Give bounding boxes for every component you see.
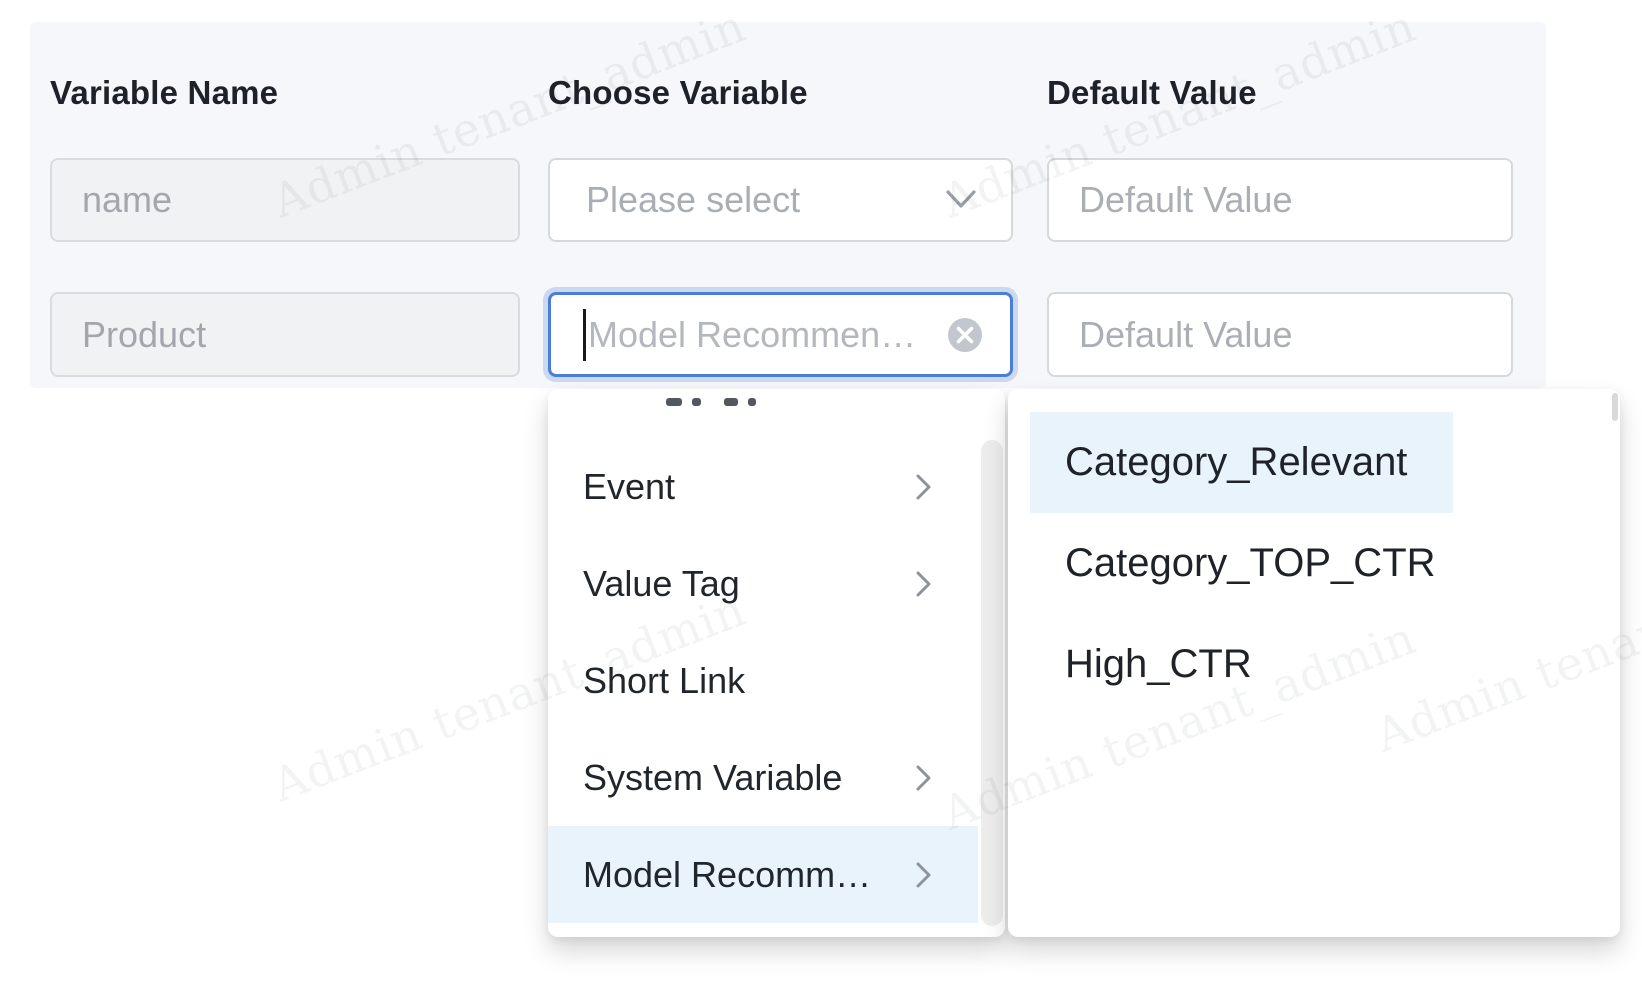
menu-item-label: System Variable [583, 757, 842, 799]
variable-options-menu: Category_Relevant Category_TOP_CTR High_… [1008, 389, 1620, 937]
default-value-input[interactable] [1047, 158, 1513, 242]
default-value-input[interactable] [1047, 292, 1513, 377]
variable-type-menu: Event Value Tag Short Link System Variab… [548, 389, 1005, 937]
scrollbar-thumb[interactable] [981, 440, 1003, 926]
submenu-item-category-top-ctr[interactable]: Category_TOP_CTR [1030, 513, 1453, 614]
chevron-right-icon [914, 860, 933, 890]
choose-variable-select-focused[interactable]: Model Recommen… [548, 292, 1013, 377]
clear-icon[interactable] [946, 316, 984, 354]
menu-item-value-tag[interactable]: Value Tag [548, 535, 978, 632]
submenu-item-label: Category_Relevant [1065, 440, 1407, 485]
variable-name-label: Variable Name [50, 74, 278, 112]
chevron-down-icon [945, 189, 977, 211]
scrollbar-thumb[interactable] [1612, 393, 1618, 421]
submenu-item-category-relevant[interactable]: Category_Relevant [1030, 412, 1453, 513]
variable-form-panel: Variable Name Choose Variable Default Va… [30, 22, 1546, 388]
choose-variable-label: Choose Variable [548, 74, 808, 112]
default-value-label: Default Value [1047, 74, 1257, 112]
chevron-right-icon [914, 569, 933, 599]
chevron-right-icon [914, 763, 933, 793]
submenu-item-label: High_CTR [1065, 642, 1252, 687]
menu-item-label: Event [583, 466, 675, 508]
variable-name-input[interactable] [50, 292, 520, 377]
submenu-item-high-ctr[interactable]: High_CTR [1030, 614, 1453, 715]
choose-variable-select[interactable]: Please select [548, 158, 1013, 242]
page: Admin tenant_admin Admin tenant_admin Ad… [0, 0, 1642, 996]
menu-item-label: Model Recomm… [583, 854, 871, 896]
menu-item-model-recommend[interactable]: Model Recomm… [548, 826, 978, 923]
text-caret [583, 309, 586, 361]
submenu-item-label: Category_TOP_CTR [1065, 541, 1436, 586]
selected-value-text: Model Recommen… [588, 314, 946, 356]
variable-name-input[interactable] [50, 158, 520, 242]
select-placeholder: Please select [586, 179, 945, 221]
menu-item-label: Value Tag [583, 563, 740, 605]
menu-item-label: Short Link [583, 660, 745, 702]
clipped-menu-item [666, 398, 826, 408]
menu-item-event[interactable]: Event [548, 438, 978, 535]
menu-item-short-link[interactable]: Short Link [548, 632, 978, 729]
menu-item-system-variable[interactable]: System Variable [548, 729, 978, 826]
chevron-right-icon [914, 472, 933, 502]
